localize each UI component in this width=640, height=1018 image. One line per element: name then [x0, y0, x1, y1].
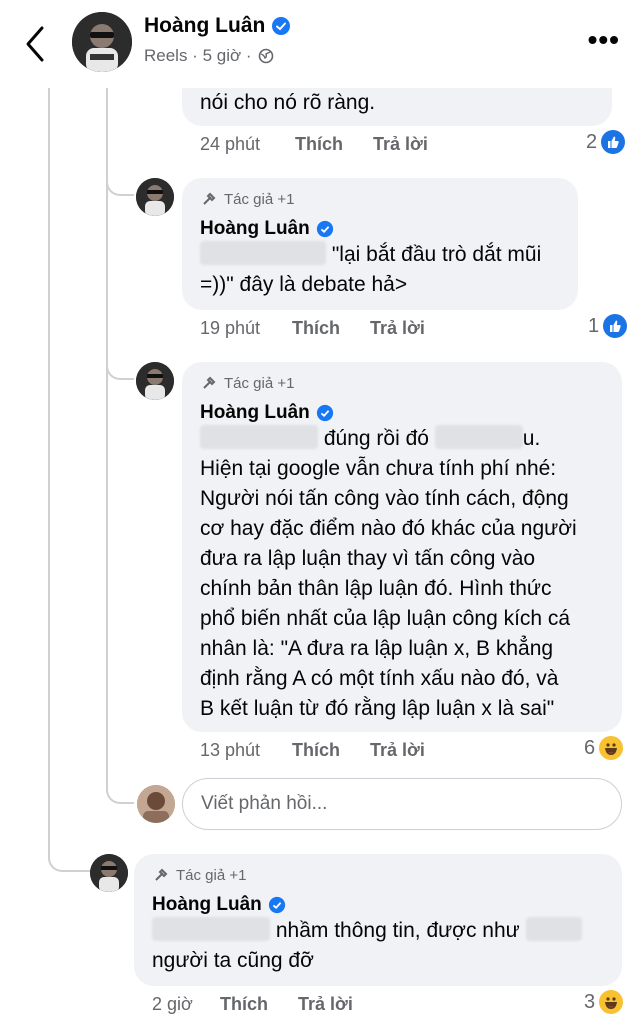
author-name[interactable]: Hoàng Luân: [200, 402, 310, 424]
comment-line-part: đúng rồi đó: [323, 427, 429, 450]
like-button[interactable]: Thích: [292, 318, 370, 339]
thread-connector: [106, 340, 134, 380]
tagged-user[interactable]: [200, 241, 326, 265]
current-user-avatar: [137, 785, 175, 823]
comment-line: nhầm thông tin, được như: [275, 919, 520, 942]
reaction-count: 3: [584, 990, 596, 1013]
comment-actions: 13 phút Thích Trả lời: [200, 740, 425, 761]
author-name[interactable]: Hoàng Luân: [152, 894, 262, 916]
microphone-icon: [155, 868, 168, 881]
comment-line: người ta cũng đỡ: [152, 949, 314, 972]
tagged-user[interactable]: [200, 425, 318, 449]
reply-input[interactable]: Viết phản hồi...: [182, 778, 622, 830]
thread-line: [48, 88, 50, 858]
thread-connector: [48, 836, 90, 872]
comment-line-part: u.: [522, 427, 541, 450]
avatar[interactable]: [72, 12, 132, 72]
author-name[interactable]: Hoàng Luân: [200, 218, 310, 240]
post-meta: Reels · 5 giờ ·: [144, 46, 274, 66]
comment-line: chính bản thân lập luận đó. Hình thức: [200, 577, 552, 600]
author-badge: Tác giả +1: [152, 866, 246, 884]
more-icon: •••: [587, 24, 620, 55]
comment-author[interactable]: Hoàng Luân: [200, 218, 334, 240]
reaction-count: 2: [586, 130, 598, 153]
comment-line: định rằng A có một tính xấu nào đó, và: [200, 667, 559, 690]
avatar[interactable]: [136, 178, 174, 216]
reaction-summary[interactable]: 1: [588, 314, 628, 338]
tagged-user[interactable]: [434, 425, 523, 449]
author-tag-text: Tác giả +1: [224, 374, 295, 392]
like-icon: [601, 130, 626, 154]
comment-text: nói cho nó rõ ràng.: [200, 91, 376, 114]
like-button[interactable]: Thích: [292, 740, 370, 761]
author-tag-text: Tác giả +1: [176, 866, 247, 884]
comment-bubble: Tác giả +1 Hoàng Luân đúng rồi đó u. Hiệ…: [182, 362, 622, 732]
comment-text: đúng rồi đó u. Hiện tại google vẫn chưa …: [200, 424, 610, 724]
like-button[interactable]: Thích: [220, 994, 298, 1015]
haha-icon: [599, 990, 624, 1014]
more-button[interactable]: •••: [588, 26, 620, 54]
reaction-count: 1: [588, 314, 600, 337]
chevron-left-icon: [26, 26, 44, 62]
verified-icon: [316, 220, 333, 238]
comment-line: nhân là: "A đưa ra lập luận x, B khẳng: [200, 637, 554, 660]
comment-line: phổ biến nhất của lập luận công kích cá: [200, 607, 571, 630]
tagged-user[interactable]: [525, 917, 582, 941]
comment-line: B kết luận từ đó rằng lập luận x là sai": [200, 697, 555, 720]
comment-line: cơ hay đặc điểm nào đó khác của người: [200, 517, 577, 540]
reaction-summary[interactable]: 3: [584, 990, 624, 1014]
post-header: Hoàng Luân Reels · 5 giờ · •••: [0, 0, 640, 88]
like-button[interactable]: Thích: [295, 134, 373, 155]
comment-actions: 19 phút Thích Trả lời: [200, 318, 425, 339]
comment-time: 2 giờ: [152, 994, 193, 1014]
verified-icon: [268, 896, 285, 914]
comment-line: Hiện tại google vẫn chưa tính phí nhé:: [200, 457, 557, 480]
avatar[interactable]: [90, 854, 128, 892]
author-badge: Tác giả +1: [200, 374, 294, 392]
microphone-icon: [203, 192, 216, 205]
comment-bubble: Tác giả +1 Hoàng Luân nhầm thông tin, đư…: [134, 854, 622, 986]
tagged-user[interactable]: [152, 917, 270, 941]
comment-actions: 24 phút Thích Trả lời: [200, 134, 428, 155]
comment-author[interactable]: Hoàng Luân: [200, 402, 334, 424]
comment-time: 13 phút: [200, 740, 261, 760]
like-icon: [603, 314, 628, 338]
thread-connector: [106, 760, 134, 804]
comment-actions: 2 giờ Thích Trả lời: [152, 994, 353, 1015]
globe-icon: [258, 48, 273, 64]
comment-line: đưa ra lập luận thay vì tấn công vào: [200, 547, 536, 570]
verified-icon: [316, 404, 333, 422]
comment-bubble: Tác giả +1 Hoàng Luân "lại bắt đầu trò d…: [182, 178, 578, 310]
comment-bubble: nói cho nó rõ ràng.: [182, 88, 612, 126]
post-meta-text: Reels · 5 giờ ·: [144, 46, 252, 65]
comment-author[interactable]: Hoàng Luân: [152, 894, 286, 916]
reaction-summary[interactable]: 2: [586, 130, 626, 154]
comment-time: 19 phút: [200, 318, 261, 338]
comment-text: "lại bắt đầu trò dắt mũi: [200, 240, 541, 270]
avatar[interactable]: [136, 362, 174, 400]
reply-button[interactable]: Trả lời: [370, 740, 425, 761]
thread-line: [106, 88, 108, 788]
comment-text: nhầm thông tin, được như: [152, 916, 582, 946]
page-title[interactable]: Hoàng Luân: [144, 14, 291, 38]
comment-line: "lại bắt đầu trò dắt mũi: [331, 243, 542, 266]
comment-time: 24 phút: [200, 134, 261, 154]
comment-line: =))" đây là debate hả>: [200, 273, 408, 296]
reaction-summary[interactable]: 6: [584, 736, 624, 760]
reply-placeholder: Viết phản hồi...: [201, 793, 328, 814]
verified-icon: [272, 17, 291, 35]
comment-line: Người nói tấn công vào tính cách, động: [200, 487, 569, 510]
microphone-icon: [203, 376, 216, 389]
reply-button[interactable]: Trả lời: [373, 134, 428, 155]
comment-line: đúng rồi đó u.: [200, 424, 610, 454]
haha-icon: [599, 736, 624, 760]
back-button[interactable]: [20, 24, 50, 64]
thread-connector: [106, 160, 134, 196]
reply-button[interactable]: Trả lời: [298, 994, 353, 1015]
author-badge: Tác giả +1: [200, 190, 294, 208]
reply-button[interactable]: Trả lời: [370, 318, 425, 339]
author-name[interactable]: Hoàng Luân: [144, 14, 265, 38]
author-tag-text: Tác giả +1: [224, 190, 295, 208]
reaction-count: 6: [584, 736, 596, 759]
